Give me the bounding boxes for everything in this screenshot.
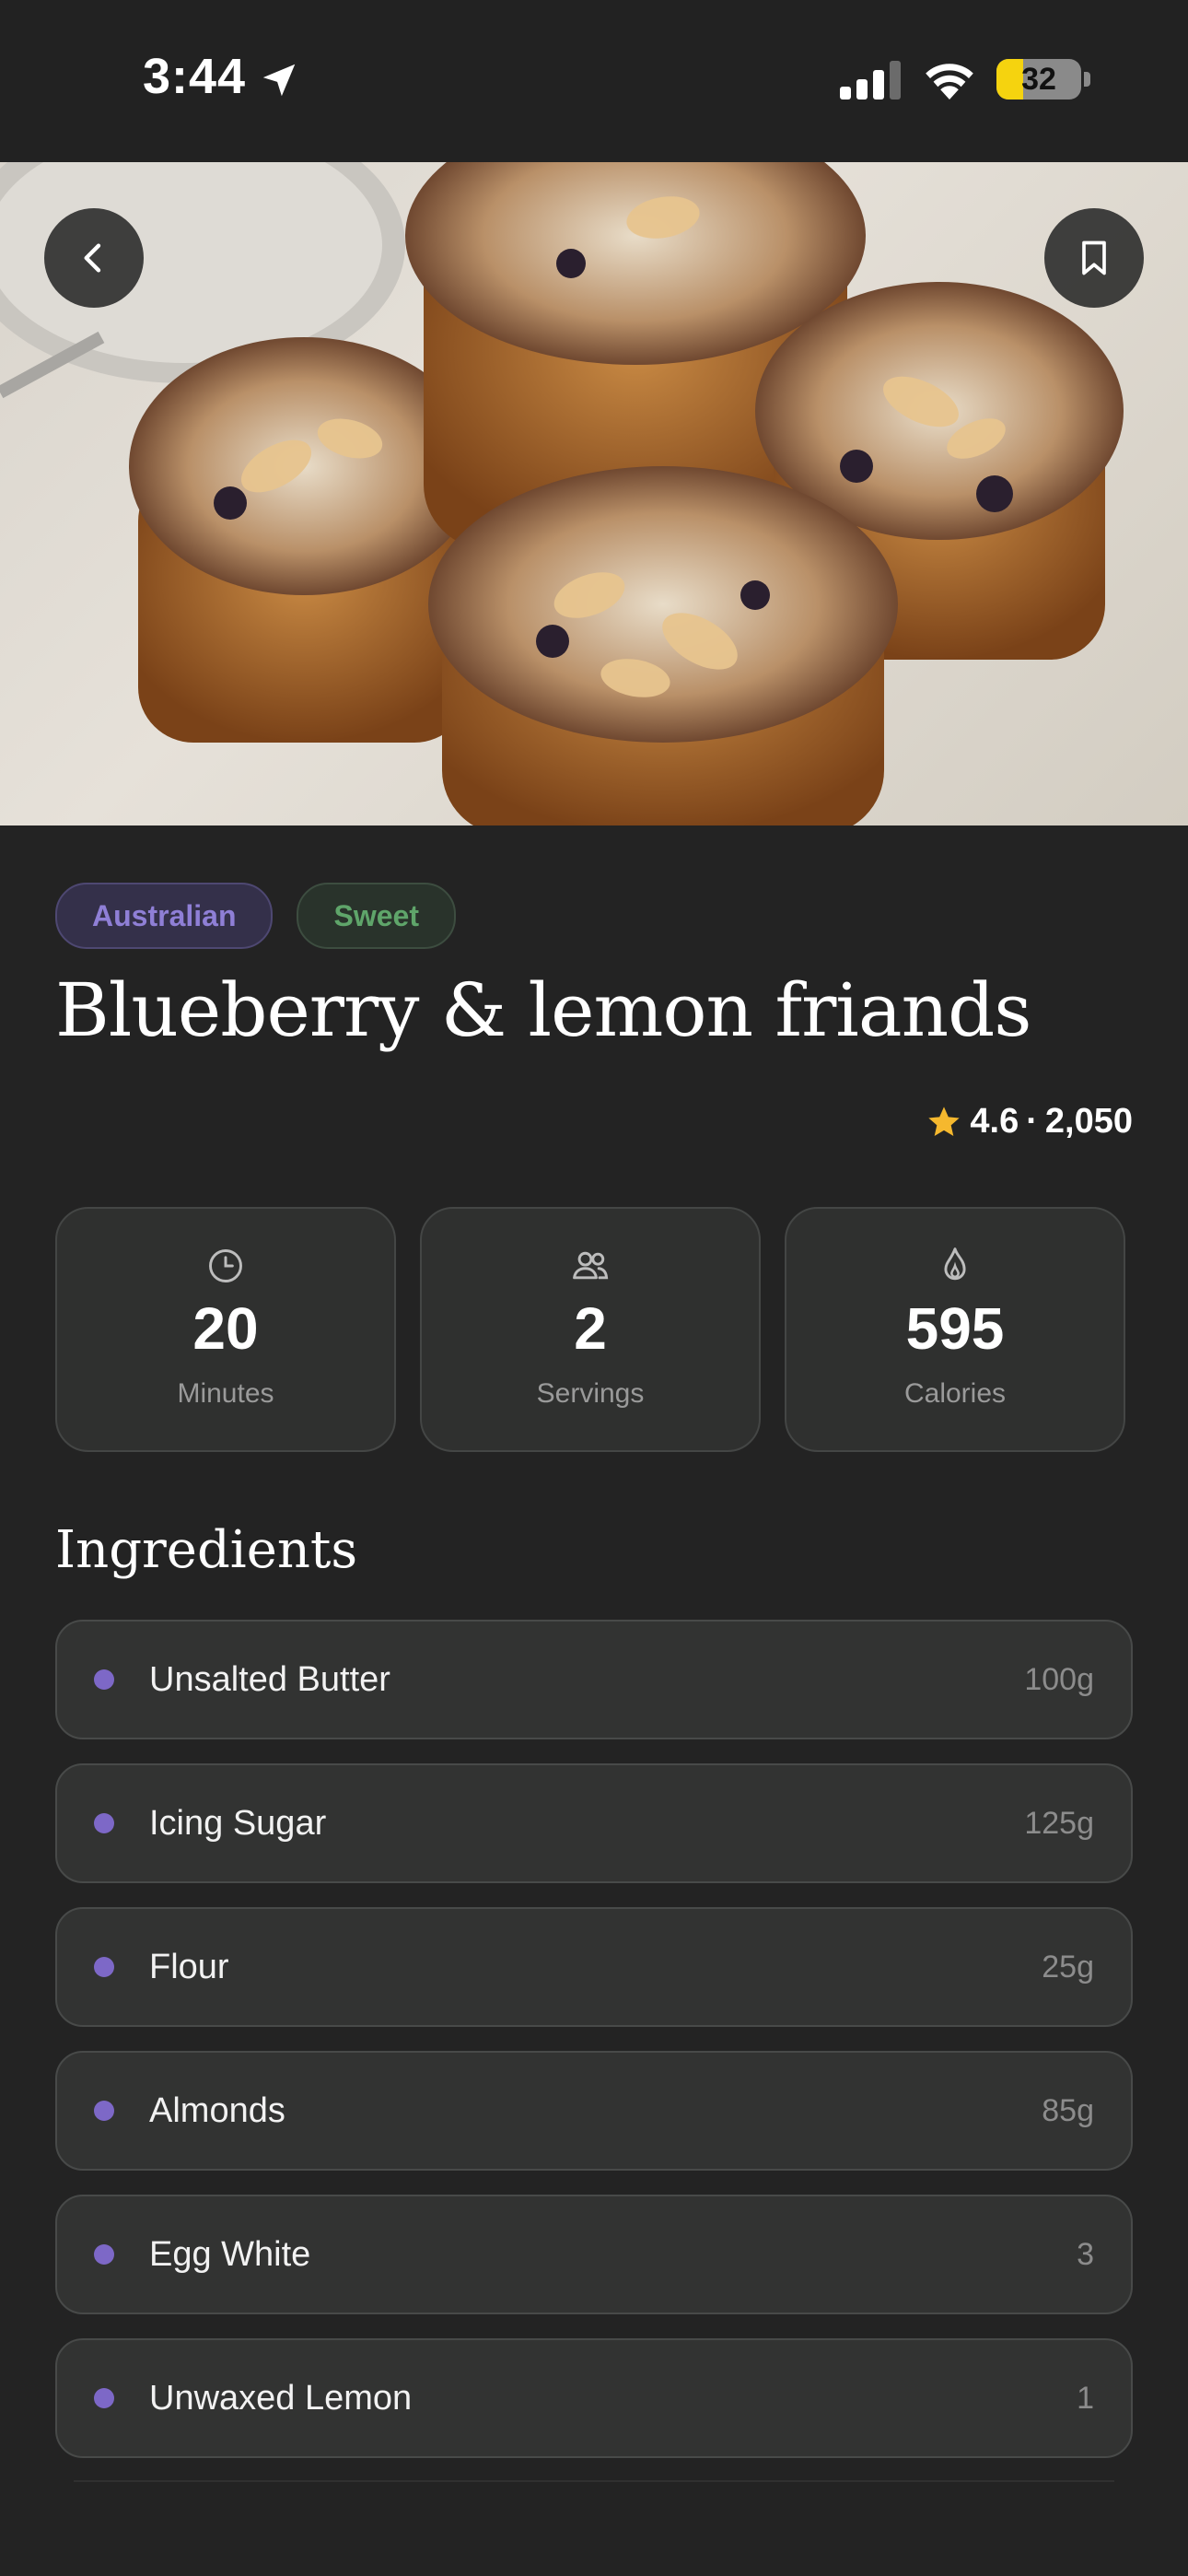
bullet-dot: [94, 2101, 114, 2121]
ingredient-quantity: 1: [1077, 2380, 1094, 2416]
review-count: 2,050: [1044, 1102, 1133, 1141]
ingredient-name: Unwaxed Lemon: [149, 2378, 413, 2418]
stat-minutes: 20 Minutes: [55, 1207, 396, 1452]
status-time: 3:44: [143, 49, 247, 104]
ingredient-row[interactable]: Egg White 3: [55, 2195, 1133, 2314]
battery-level: 32: [1021, 61, 1056, 97]
stat-servings: 2 Servings: [420, 1207, 761, 1452]
ingredients-title: Ingredients: [55, 1520, 358, 1580]
star-icon: [928, 1106, 961, 1136]
ingredient-name: Unsalted Butter: [149, 1659, 390, 1699]
ingredient-quantity: 25g: [1042, 1949, 1094, 1985]
recipe-stats: 20 Minutes 2 Servings 595 Calories: [55, 1207, 1125, 1452]
flame-icon: [944, 1247, 966, 1281]
ingredient-row[interactable]: Flour 25g: [55, 1907, 1133, 2027]
bullet-dot: [94, 1813, 114, 1833]
rating-value: 4.6: [970, 1102, 1019, 1141]
ingredient-row[interactable]: Almonds 85g: [55, 2051, 1133, 2171]
recipe-hero-image: [0, 162, 1188, 825]
bullet-dot: [94, 1957, 114, 1977]
battery-cap: [1084, 72, 1090, 87]
stat-value: 2: [574, 1295, 607, 1362]
bookmark-icon: [1082, 240, 1106, 275]
bullet-dot: [94, 1669, 114, 1690]
bookmark-button[interactable]: [1044, 208, 1144, 308]
recipe-rating: 4.6 · 2,050: [926, 1102, 1133, 1142]
ingredient-quantity: 85g: [1042, 2092, 1094, 2128]
wifi-icon: [926, 64, 973, 100]
ingredient-name: Egg White: [149, 2234, 311, 2274]
people-icon: [573, 1251, 609, 1280]
status-bar: 3:44 32: [0, 0, 1188, 162]
stat-label: Minutes: [177, 1378, 274, 1409]
ingredient-quantity: 100g: [1024, 1661, 1094, 1697]
back-button[interactable]: [44, 208, 144, 308]
ingredient-row[interactable]: Unsalted Butter 100g: [55, 1620, 1133, 1739]
stat-value: 20: [192, 1295, 259, 1362]
battery-icon: 32: [996, 59, 1081, 100]
ingredient-name: Icing Sugar: [149, 1803, 327, 1843]
bullet-dot: [94, 2244, 114, 2265]
bullet-dot: [94, 2388, 114, 2408]
ingredient-name: Almonds: [149, 2090, 285, 2130]
stat-calories: 595 Calories: [785, 1207, 1125, 1452]
friands-illustration: [0, 162, 1124, 825]
stat-label: Calories: [903, 1378, 1007, 1409]
ingredients-list: Unsalted Butter 100g Icing Sugar 125g Fl…: [55, 1620, 1133, 2482]
ingredient-row[interactable]: Unwaxed Lemon 1: [55, 2338, 1133, 2458]
chevron-left-icon: [84, 243, 101, 273]
ingredient-name: Flour: [149, 1947, 229, 1986]
stat-value: 595: [905, 1295, 1005, 1362]
ingredient-quantity: 125g: [1024, 1805, 1094, 1841]
ingredient-row[interactable]: Icing Sugar 125g: [55, 1763, 1133, 1883]
bottom-divider: [74, 2480, 1114, 2482]
location-arrow-icon: [262, 64, 296, 97]
clock-icon: [209, 1249, 242, 1282]
tag-australian[interactable]: Australian: [55, 883, 274, 949]
stat-label: Servings: [536, 1378, 645, 1409]
recipe-tags: Australian Sweet: [55, 883, 456, 949]
rating-separator: ·: [1026, 1102, 1038, 1141]
cellular-signal-icon: [840, 61, 901, 100]
tag-sweet[interactable]: Sweet: [297, 883, 456, 949]
ingredient-quantity: 3: [1077, 2236, 1094, 2272]
recipe-title: Blueberry & lemon friands: [55, 967, 1031, 1053]
